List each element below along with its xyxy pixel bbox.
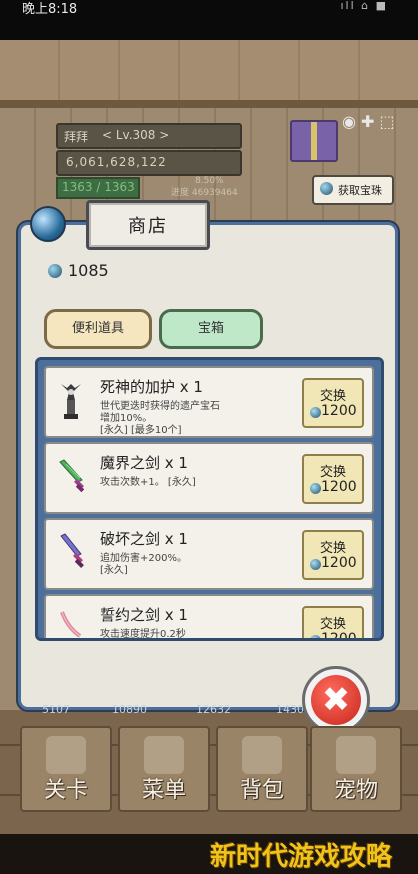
exchange-label: 交换 <box>319 389 346 404</box>
exchange-button[interactable]: 交换 1200 <box>302 378 364 428</box>
gold-value: 6,061,628,122 <box>66 155 167 169</box>
xp-detail: 进度 46939464 <box>171 188 238 198</box>
tab-convenience-items[interactable]: 便利道具 <box>44 309 152 349</box>
item-name: 死神的加护 x 1 <box>100 378 203 396</box>
player-level-bar: 拜拜 < Lv.308 > <box>56 123 242 149</box>
item-description: [永久] <box>100 565 128 576</box>
exchange-label: 交换 <box>319 465 346 480</box>
exchange-label: 交换 <box>319 617 346 632</box>
status-time: 晚上8:18 <box>22 2 78 17</box>
gem-icon <box>310 559 321 570</box>
item-name: 破坏之剑 x 1 <box>100 530 188 548</box>
nav-label: 关卡 <box>43 778 88 803</box>
get-gems-button[interactable]: 获取宝珠 <box>312 175 394 205</box>
destruction-sword-icon <box>60 533 84 568</box>
status-icons: ıll ⌂ ■ <box>340 0 388 12</box>
reaper-statue-icon <box>61 384 81 419</box>
tab-treasure-chest[interactable]: 宝箱 <box>159 309 263 349</box>
list-item: 誓约之剑 x 1 攻击速度提升0.2秒 交换 1200 <box>44 594 374 641</box>
gold-counter: 6,061,628,122 <box>56 150 242 176</box>
oath-sword-icon <box>60 611 82 638</box>
close-icon: ✖ <box>321 680 351 720</box>
status-bar: 晚上8:18 ıll ⌂ ■ <box>0 0 418 40</box>
shop-title: 商店 <box>128 216 168 237</box>
list-item: 魔界之剑 x 1 攻击次数+1。 [永久] 交换 1200 <box>44 442 374 514</box>
close-button[interactable]: ✖ <box>302 666 370 734</box>
get-gems-label: 获取宝珠 <box>338 184 382 197</box>
nav-label: 背包 <box>239 778 284 803</box>
shop-item-list[interactable]: 死神的加护 x 1 世代更迭时获得的遗产宝石 增加10%。 [永久] [最多10… <box>35 357 384 641</box>
demon-sword-icon <box>59 459 84 493</box>
stat-value: 12632 <box>196 703 231 716</box>
xp-bar: 8.50% 进度 46939464 <box>165 176 245 198</box>
shop-title-tab: 商店 <box>86 200 210 250</box>
book-icon <box>144 736 184 774</box>
exchange-button[interactable]: 交换 1200 <box>302 454 364 504</box>
gem-icon <box>310 635 321 638</box>
watermark-text: 新时代游戏攻略 <box>210 842 393 872</box>
item-name: 魔界之剑 x 1 <box>100 454 188 472</box>
nav-bag[interactable]: 背包 <box>216 726 308 812</box>
list-item: 死神的加护 x 1 世代更迭时获得的遗产宝石 增加10%。 [永久] [最多10… <box>44 366 374 438</box>
stat-value: 5107 <box>42 703 70 716</box>
gem-orb-icon <box>30 206 66 242</box>
list-item: 破坏之剑 x 1 追加伤害+200%。 [永久] 交换 1200 <box>44 518 374 590</box>
exchange-button[interactable]: 交换 1200 <box>302 530 364 580</box>
paw-icon <box>336 736 376 774</box>
game-screen: 晚上8:18 ıll ⌂ ■ 拜拜 < Lv.308 > 6,061,628,1… <box>0 0 418 874</box>
player-level: < Lv.308 > <box>102 128 170 142</box>
item-description: 攻击速度提升0.2秒 <box>100 629 186 640</box>
nav-label: 宠物 <box>333 778 378 803</box>
item-description: 攻击次数+1。 [永久] <box>100 477 196 488</box>
nav-menu[interactable]: 菜单 <box>118 726 210 812</box>
hp-bar: 1363 / 1363 <box>56 177 140 199</box>
nav-label: 菜单 <box>141 778 186 803</box>
gem-balance: 1085 <box>68 261 109 280</box>
gem-icon <box>310 407 321 418</box>
item-price: 1200 <box>321 631 357 641</box>
nav-pet[interactable]: 宠物 <box>310 726 402 812</box>
gem-icon <box>48 264 62 278</box>
hp-value: 1363 / 1363 <box>62 180 135 194</box>
exchange-label: 交换 <box>319 541 346 556</box>
item-price: 1200 <box>321 403 357 419</box>
player-name: 拜拜 <box>64 130 89 144</box>
item-price: 1200 <box>321 555 357 571</box>
nav-stage[interactable]: 关卡 <box>20 726 112 812</box>
wood-band <box>0 100 418 108</box>
item-description: [永久] [最多10个] <box>100 425 182 436</box>
wood-ceiling <box>0 40 418 100</box>
item-price: 1200 <box>321 479 357 495</box>
gift-box-icon[interactable] <box>290 120 338 162</box>
crossed-swords-icon <box>46 736 86 774</box>
exchange-button[interactable]: 交换 1200 <box>302 606 364 641</box>
gem-icon <box>320 182 333 195</box>
item-name: 誓约之剑 x 1 <box>100 606 188 624</box>
bag-icon <box>242 736 282 774</box>
gem-icon <box>310 483 321 494</box>
stat-value: 10890 <box>112 703 147 716</box>
add-gem-icon[interactable]: ◉ ✚ ⬚ <box>342 112 412 134</box>
